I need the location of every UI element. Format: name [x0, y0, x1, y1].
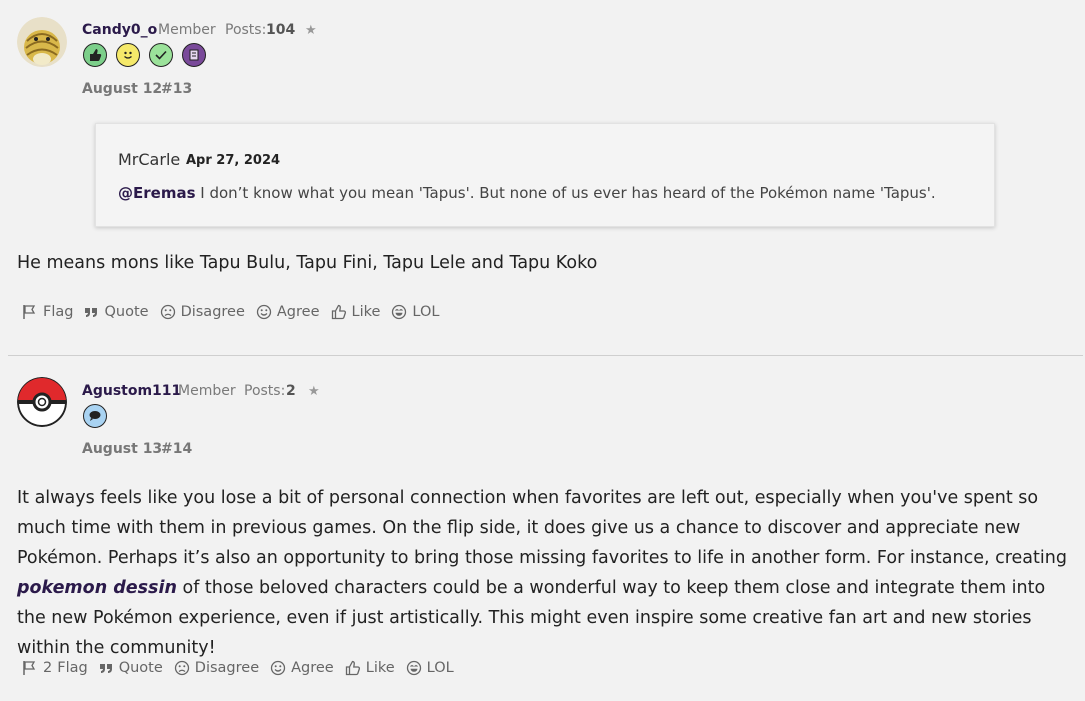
post-body: It always feels like you lose a bit of p…	[17, 483, 1077, 663]
lol-label: LOL	[426, 660, 454, 676]
pokeball-avatar[interactable]	[17, 377, 67, 427]
flag-icon	[23, 661, 36, 675]
thumbs-up-icon	[331, 304, 346, 320]
quote-body: I don’t know what you mean 'Tapus'. But …	[195, 184, 936, 202]
quote-author[interactable]: MrCarle	[118, 150, 180, 169]
post-body-start: It always feels like you lose a bit of p…	[17, 488, 1067, 568]
disagree-label: Disagree	[194, 660, 260, 676]
post-body: He means mons like Tapu Bulu, Tapu Fini,…	[17, 253, 598, 273]
flag-icon	[23, 305, 36, 319]
post-date[interactable]: August 13	[82, 441, 162, 457]
sandshrew-avatar[interactable]	[17, 17, 67, 67]
quote-text: @Eremas I don’t know what you mean 'Tapu…	[118, 184, 936, 202]
post-number[interactable]: #14	[161, 441, 192, 457]
post-actions: 2 Flag Quote Disagree Agree Like LOL	[22, 660, 465, 676]
quote-button[interactable]: Quote	[84, 304, 149, 320]
post-number[interactable]: #13	[161, 81, 192, 97]
like-label: Like	[365, 660, 395, 676]
quote-label: Quote	[104, 304, 149, 320]
posts-label: Posts:	[244, 383, 286, 399]
posts-label: Posts:	[225, 22, 267, 38]
smile-icon	[270, 660, 286, 676]
user-role: Member	[178, 383, 236, 399]
flag-button[interactable]: 2 Flag	[22, 660, 88, 676]
flag-label: Flag	[57, 660, 88, 676]
lol-button[interactable]: LOL	[391, 304, 439, 320]
post-actions: Flag Quote Disagree Agree Like LOL	[22, 304, 450, 320]
pokemon-dessin-link[interactable]: pokemon dessin	[17, 578, 177, 598]
post-14: Agustom111 Member Posts: 2 ★ August 13 #…	[0, 356, 1085, 701]
posts-count: 2	[286, 383, 296, 399]
user-badges	[83, 43, 206, 67]
disagree-button[interactable]: Disagree	[160, 304, 245, 320]
lol-button[interactable]: LOL	[406, 660, 454, 676]
like-button[interactable]: Like	[331, 304, 381, 320]
thumbs-up-icon	[345, 660, 360, 676]
post-13: Candy0_o Member Posts: 104 ★ August 12 #…	[0, 0, 1085, 355]
user-role: Member	[158, 22, 216, 38]
lol-label: LOL	[412, 304, 440, 320]
username[interactable]: Candy0_o	[82, 22, 157, 38]
quote-button[interactable]: Quote	[99, 660, 163, 676]
flag-button[interactable]: Flag	[22, 304, 73, 320]
star-icon: ★	[308, 384, 320, 399]
post-date[interactable]: August 12	[82, 81, 162, 97]
laugh-icon	[392, 304, 407, 320]
frown-icon	[160, 304, 175, 320]
agree-label: Agree	[276, 304, 320, 320]
quote-icon	[99, 664, 112, 673]
smile-icon	[256, 304, 272, 320]
quote-icon	[85, 308, 98, 317]
like-button[interactable]: Like	[345, 660, 395, 676]
agree-label: Agree	[291, 660, 334, 676]
flag-label: Flag	[43, 304, 74, 320]
speech-bubble-badge-icon[interactable]	[83, 404, 107, 428]
quote-label: Quote	[118, 660, 163, 676]
flag-count: 2	[43, 660, 53, 676]
posts-count: 104	[266, 22, 296, 38]
disagree-button[interactable]: Disagree	[174, 660, 259, 676]
frown-icon	[174, 660, 189, 676]
book-badge-icon[interactable]	[182, 43, 206, 67]
star-icon: ★	[305, 23, 317, 38]
checkmark-badge-icon[interactable]	[149, 43, 173, 67]
disagree-label: Disagree	[180, 304, 245, 320]
quote-block: MrCarle Apr 27, 2024 @Eremas I don’t kno…	[95, 123, 995, 227]
agree-button[interactable]: Agree	[256, 304, 320, 320]
like-label: Like	[351, 304, 381, 320]
quote-date[interactable]: Apr 27, 2024	[186, 153, 280, 168]
mention-link[interactable]: @Eremas	[118, 184, 196, 202]
agree-button[interactable]: Agree	[270, 660, 334, 676]
user-badges	[83, 404, 107, 428]
smiley-badge-icon[interactable]	[116, 43, 140, 67]
thumbs-up-badge-icon[interactable]	[83, 43, 107, 67]
laugh-icon	[406, 660, 421, 676]
username[interactable]: Agustom111	[82, 383, 181, 399]
